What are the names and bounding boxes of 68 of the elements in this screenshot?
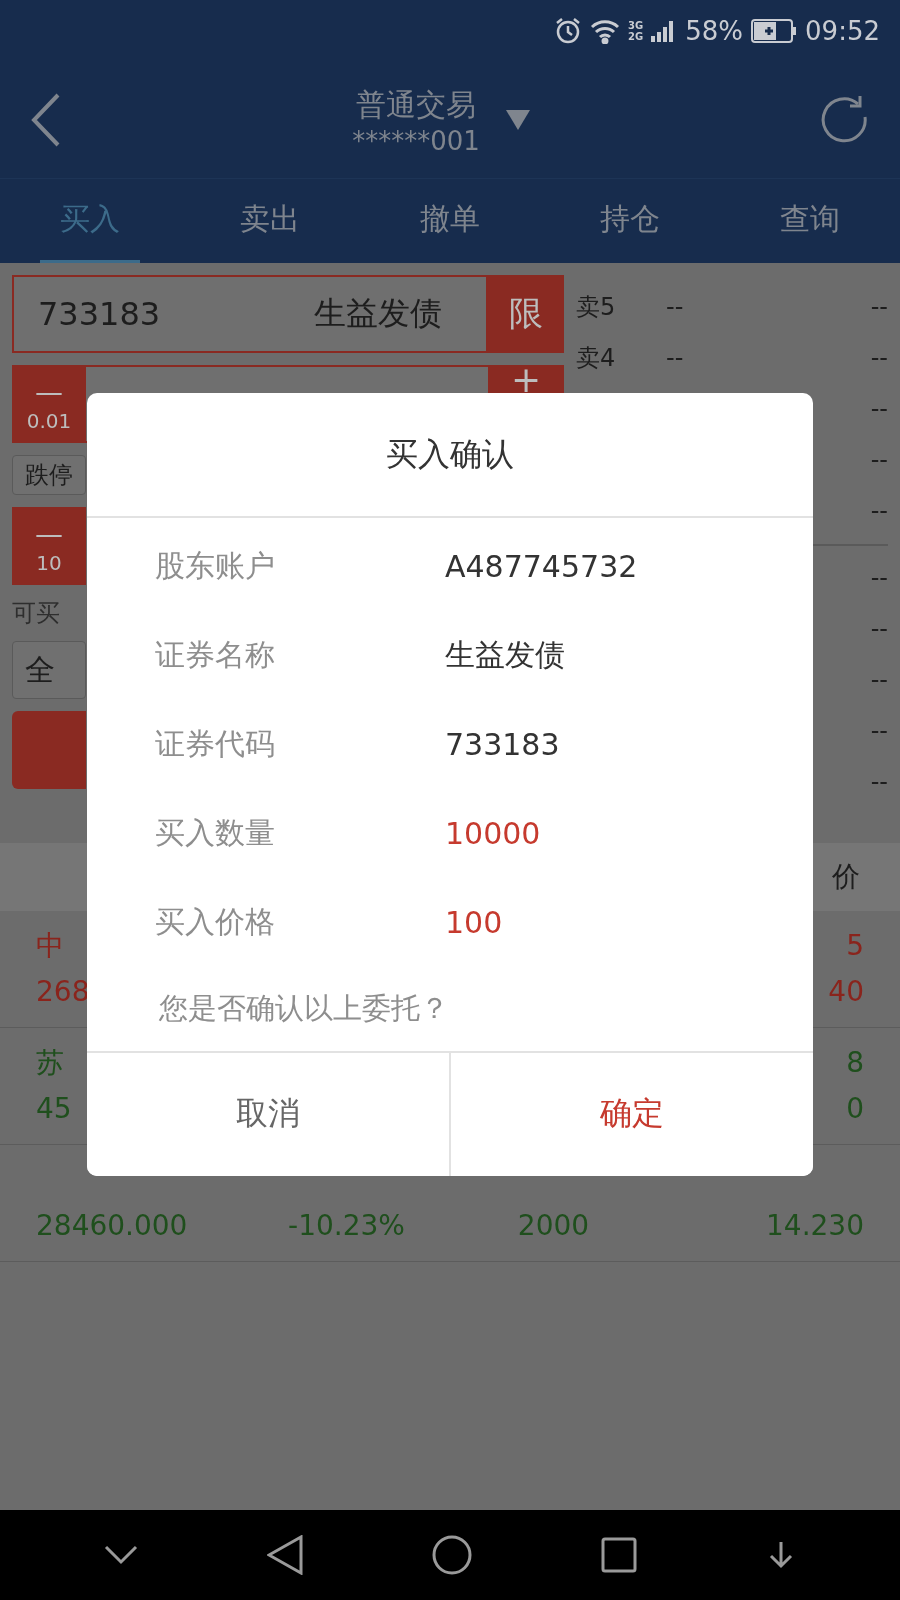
table-cell: 40 xyxy=(828,975,864,1008)
back-icon[interactable] xyxy=(267,1535,304,1575)
price-type-button[interactable]: 限 xyxy=(488,275,564,353)
confirm-question: 您是否确认以上委托？ xyxy=(158,990,450,1027)
dialog-title: 买入确认 xyxy=(87,393,813,519)
network-label: 2G xyxy=(628,31,644,42)
table-cell: 5 xyxy=(846,929,864,962)
column-header: 价 xyxy=(832,859,860,895)
order-volume: -- xyxy=(870,445,888,474)
confirm-button[interactable]: 确定 xyxy=(449,1052,813,1176)
table-cell: -10.23% xyxy=(288,1209,405,1242)
network-label: 3G xyxy=(628,20,644,31)
order-volume: -- xyxy=(870,614,888,643)
field-label: 买入数量 xyxy=(155,814,276,853)
quantity-minus-button[interactable]: — 10 xyxy=(12,507,86,585)
table-cell: 268 xyxy=(36,975,90,1008)
order-level: 卖4 xyxy=(576,343,616,372)
table-cell: 2000 xyxy=(517,1209,590,1242)
recents-icon[interactable] xyxy=(600,1537,637,1573)
field-value: 733183 xyxy=(445,727,560,763)
order-volume: -- xyxy=(870,394,888,423)
field-label: 买入价格 xyxy=(155,903,276,942)
full-position-button[interactable]: 全 xyxy=(12,641,86,699)
tab[interactable]: 持仓 xyxy=(580,179,680,263)
table-cell: 苏 xyxy=(36,1046,64,1079)
battery-charging-icon xyxy=(751,19,798,43)
field-value: 生益发债 xyxy=(445,636,565,675)
wifi-icon xyxy=(590,18,621,44)
page-title: 普通交易 xyxy=(356,85,476,124)
back-icon[interactable] xyxy=(30,93,62,147)
order-volume: -- xyxy=(870,665,888,694)
field-label: 股东账户 xyxy=(155,547,276,586)
tab[interactable]: 撤单 xyxy=(400,179,500,263)
dropdown-icon[interactable] xyxy=(505,110,530,130)
tab[interactable]: 查询 xyxy=(760,179,860,263)
field-label: 证券名称 xyxy=(155,636,276,675)
table-cell: 14.230 xyxy=(766,1209,864,1242)
order-volume: -- xyxy=(870,716,888,745)
account-number[interactable]: ******001 xyxy=(352,125,480,156)
order-volume: -- xyxy=(870,292,888,321)
field-value: 100 xyxy=(445,905,503,941)
table-cell: 28460.000 xyxy=(36,1209,188,1242)
order-volume: -- xyxy=(870,343,888,372)
stock-name: 生益发债 xyxy=(314,293,442,334)
field-label: 证券代码 xyxy=(155,725,276,764)
available-label: 可买 xyxy=(12,598,61,629)
limit-down-button[interactable]: 跌停 xyxy=(12,455,86,495)
price-minus-button[interactable]: — 0.01 xyxy=(12,365,86,443)
table-cell: 中 xyxy=(36,929,64,962)
field-value: 10000 xyxy=(445,816,541,852)
stock-code-field[interactable]: 733183 生益发债 xyxy=(12,275,488,353)
table-cell: 8 xyxy=(846,1046,864,1079)
battery-percent: 58% xyxy=(685,16,744,46)
stock-code: 733183 xyxy=(38,295,161,333)
table-cell: 45 xyxy=(36,1092,72,1125)
refresh-icon[interactable] xyxy=(820,95,870,145)
home-icon[interactable] xyxy=(432,1535,472,1575)
order-price: -- xyxy=(666,292,684,321)
order-volume: -- xyxy=(870,767,888,796)
tab[interactable]: 买入 xyxy=(40,179,140,263)
clock-time: 09:52 xyxy=(805,16,880,46)
tab[interactable]: 卖出 xyxy=(220,179,320,263)
field-value: A487745732 xyxy=(445,549,638,585)
order-level: 卖5 xyxy=(576,292,616,321)
table-cell: 0 xyxy=(846,1092,864,1125)
order-price: -- xyxy=(666,343,684,372)
order-volume: -- xyxy=(870,496,888,525)
order-volume: -- xyxy=(870,563,888,592)
